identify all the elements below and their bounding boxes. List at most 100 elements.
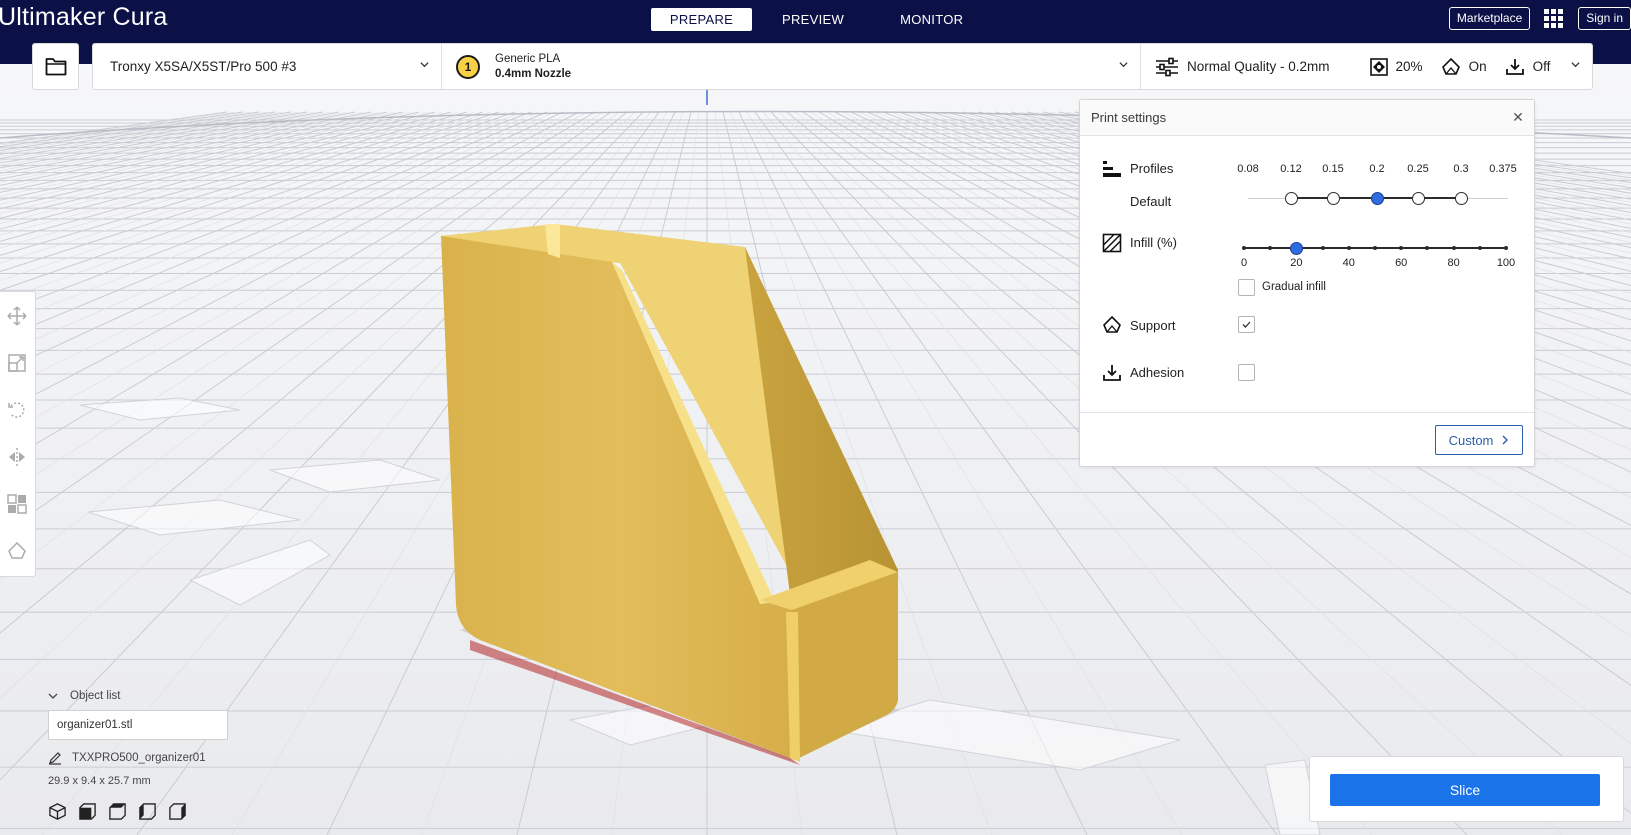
infill-icon: [1369, 57, 1388, 76]
settings-sliders-icon: [1156, 57, 1178, 76]
view-right-icon[interactable]: [168, 802, 187, 821]
tab-preview[interactable]: PREVIEW: [758, 8, 868, 31]
tab-monitor[interactable]: MONITOR: [876, 8, 987, 31]
close-icon[interactable]: ✕: [1511, 110, 1525, 124]
tool-panel: [0, 291, 36, 577]
pencil-icon: [49, 752, 61, 765]
extruder-badge: 1: [456, 54, 480, 79]
print-settings-selector[interactable]: Normal Quality - 0.2mm 20% On Off: [1141, 44, 1592, 89]
profile-option-knob[interactable]: [1284, 191, 1298, 205]
infill-tick-label: 40: [1342, 257, 1355, 269]
slice-panel: Slice: [1309, 756, 1624, 822]
support-blocker-icon[interactable]: [0, 527, 35, 574]
infill-tick-label: 80: [1447, 257, 1460, 269]
checkmark-icon: [1242, 321, 1251, 328]
material-name: Generic PLA: [495, 52, 561, 65]
default-label: Default: [1130, 194, 1172, 209]
per-model-settings-icon[interactable]: [0, 480, 35, 527]
chevron-right-icon: [1502, 435, 1509, 445]
object-dimensions: 29.9 x 9.4 x 25.7 mm: [48, 775, 151, 787]
infill-step-dot[interactable]: [1320, 246, 1325, 250]
apps-grid-icon[interactable]: [1544, 8, 1564, 29]
infill-step-dot[interactable]: [1477, 246, 1482, 250]
infill-step-dot[interactable]: [1504, 246, 1508, 250]
adhesion-checkbox[interactable]: [1238, 364, 1255, 381]
machine-config-bar: Tronxy X5SA/X5ST/Pro 500 #3 1 Generic PL…: [92, 43, 1593, 90]
profile-tick-label: 0.3: [1453, 163, 1469, 175]
open-file-button[interactable]: [32, 43, 79, 90]
object-list: Object list organizer01.stl TXXPRO500_or…: [48, 690, 228, 820]
profile-option-knob[interactable]: [1454, 191, 1468, 205]
object-list-label: Object list: [70, 690, 121, 702]
support-label: Support: [1130, 318, 1176, 333]
camera-view-buttons: [48, 802, 187, 821]
stage-tabs: PREPARE PREVIEW MONITOR: [651, 8, 987, 31]
infill-tick-label: 20: [1290, 257, 1303, 269]
infill-step-dot[interactable]: [1268, 246, 1273, 250]
chevron-down-icon: [420, 62, 429, 68]
infill-step-dot[interactable]: [1399, 246, 1404, 250]
profile-option-knob[interactable]: [1326, 191, 1340, 205]
support-icon: [1103, 315, 1121, 333]
profile-tick-label: 0.08: [1237, 163, 1259, 175]
tab-prepare[interactable]: PREPARE: [651, 8, 752, 31]
nozzle-size: 0.4mm Nozzle: [495, 67, 572, 80]
support-checkbox[interactable]: [1238, 316, 1255, 333]
view-left-icon[interactable]: [138, 802, 157, 821]
move-tool-icon[interactable]: [0, 292, 35, 339]
adhesion-value: Off: [1532, 59, 1551, 74]
rotate-tool-icon[interactable]: [0, 386, 35, 433]
slice-button[interactable]: Slice: [1330, 774, 1600, 806]
infill-value: 20%: [1395, 59, 1423, 74]
infill-step-dot[interactable]: [1373, 246, 1377, 250]
adhesion-icon: [1103, 365, 1121, 381]
job-name-row[interactable]: TXXPRO500_organizer01: [48, 751, 206, 765]
infill-tick-label: 0: [1240, 257, 1248, 269]
top-bar: Ultimaker Cura PREPARE PREVIEW MONITOR M…: [0, 0, 1631, 38]
app-logo: Ultimaker Cura: [0, 3, 168, 31]
profile-option-knob[interactable]: [1411, 191, 1425, 205]
profile-tick-label: 0.15: [1322, 163, 1344, 175]
printer-name: Tronxy X5SA/X5ST/Pro 500 #3: [110, 59, 297, 74]
object-list-toggle[interactable]: Object list: [48, 690, 121, 702]
infill-step-dot[interactable]: [1346, 246, 1351, 250]
panel-title: Print settings: [1091, 110, 1167, 125]
gradual-infill-label: Gradual infill: [1262, 281, 1326, 293]
print-settings-panel: Print settings ✕ Profiles Default 0.08 0.…: [1079, 99, 1535, 467]
profiles-icon: [1103, 161, 1121, 177]
object-list-item[interactable]: organizer01.stl: [48, 710, 228, 740]
profile-option-knob[interactable]: [1370, 191, 1384, 205]
sign-in-button[interactable]: Sign in: [1578, 7, 1631, 30]
quality-profile: Normal Quality - 0.2mm: [1187, 59, 1330, 74]
infill-label: Infill (%): [1130, 235, 1177, 250]
support-icon: [1441, 57, 1460, 75]
gradual-infill-checkbox[interactable]: [1238, 279, 1255, 296]
top-right-controls: Marketplace Sign in: [1448, 7, 1631, 30]
support-value: On: [1468, 59, 1487, 74]
view-front-icon[interactable]: [78, 802, 97, 821]
chevron-down-icon: [1571, 62, 1580, 68]
custom-settings-button[interactable]: Custom: [1435, 425, 1523, 455]
adhesion-icon: [1505, 58, 1524, 75]
job-name: TXXPRO500_organizer01: [72, 752, 206, 764]
profile-tick-label: 0.12: [1280, 163, 1302, 175]
marketplace-button[interactable]: Marketplace: [1448, 7, 1531, 30]
infill-tick-label: 60: [1395, 257, 1408, 269]
infill-step-dot[interactable]: [1425, 246, 1430, 250]
infill-hatch-icon: [1102, 233, 1122, 253]
chevron-down-icon: [48, 693, 58, 699]
infill-step-dot[interactable]: [1451, 246, 1456, 250]
folder-icon: [45, 58, 66, 76]
profile-tick-label: 0.25: [1407, 163, 1429, 175]
material-selector[interactable]: 1 Generic PLA 0.4mm Nozzle: [442, 44, 1141, 89]
infill-step-dot[interactable]: [1242, 246, 1246, 250]
profile-tick-label: 0.375: [1489, 163, 1517, 175]
adhesion-label: Adhesion: [1130, 365, 1185, 380]
infill-slider-handle[interactable]: [1289, 241, 1303, 255]
mirror-tool-icon[interactable]: [0, 433, 35, 480]
infill-tick-label: 100: [1496, 257, 1516, 269]
view-3d-icon[interactable]: [48, 802, 67, 821]
view-top-icon[interactable]: [108, 802, 127, 821]
scale-tool-icon[interactable]: [0, 339, 35, 386]
printer-selector[interactable]: Tronxy X5SA/X5ST/Pro 500 #3: [93, 44, 442, 89]
